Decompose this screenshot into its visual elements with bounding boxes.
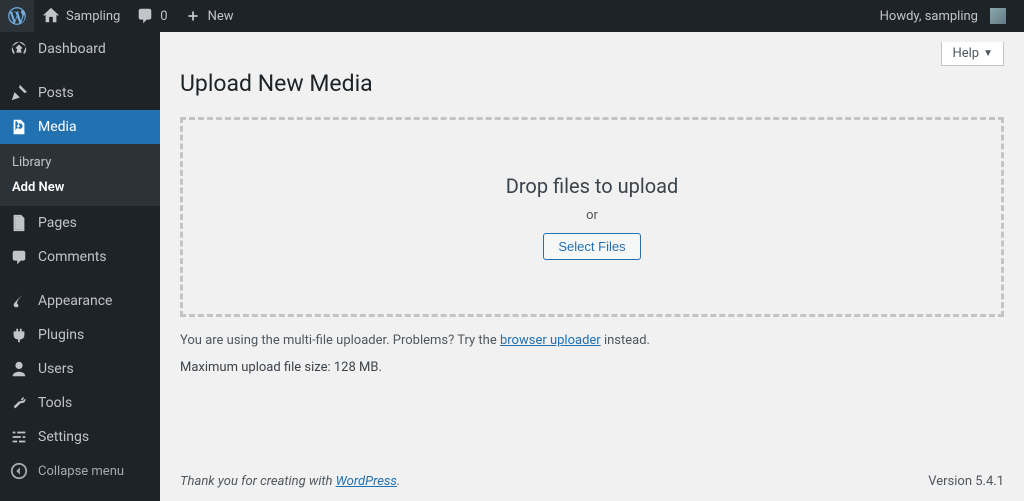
sidebar-item-label: Tools: [38, 395, 72, 411]
page-icon: [10, 214, 28, 232]
collapse-menu-button[interactable]: Collapse menu: [0, 454, 160, 488]
home-icon: [42, 7, 60, 25]
page-title: Upload New Media: [180, 70, 1004, 97]
site-name: Sampling: [66, 9, 120, 24]
select-files-button[interactable]: Select Files: [543, 233, 640, 260]
pin-icon: [10, 84, 28, 102]
sliders-icon: [10, 428, 28, 446]
sidebar-item-label: Pages: [38, 215, 77, 231]
comments-count: 0: [160, 9, 167, 24]
comment-icon: [136, 7, 154, 25]
sidebar-item-media[interactable]: Media: [0, 110, 160, 144]
comments-menu[interactable]: 0: [128, 0, 175, 32]
sidebar-item-comments[interactable]: Comments: [0, 240, 160, 274]
footer-thankyou: Thank you for creating with WordPress.: [180, 474, 400, 489]
browser-uploader-link[interactable]: browser uploader: [500, 333, 601, 348]
dropzone-title: Drop files to upload: [506, 174, 679, 198]
wp-logo-menu[interactable]: [0, 0, 34, 32]
help-label: Help: [952, 46, 979, 61]
chevron-down-icon: ▼: [983, 48, 993, 59]
sidebar-item-plugins[interactable]: Plugins: [0, 318, 160, 352]
sidebar-item-label: Settings: [38, 429, 89, 445]
footer-version: Version 5.4.1: [928, 474, 1004, 489]
media-submenu: Library Add New: [0, 144, 160, 206]
avatar: [990, 8, 1006, 24]
max-upload-size: Maximum upload file size: 128 MB.: [180, 360, 1004, 375]
help-tab[interactable]: Help ▼: [941, 42, 1004, 66]
new-content-menu[interactable]: New: [176, 0, 242, 32]
sidebar-item-label: Media: [38, 119, 77, 135]
sidebar-item-label: Comments: [38, 249, 107, 265]
plugin-icon: [10, 326, 28, 344]
brush-icon: [10, 292, 28, 310]
dropzone-or: or: [586, 208, 598, 223]
sidebar-item-label: Dashboard: [38, 41, 106, 57]
sidebar-item-label: Posts: [38, 85, 74, 101]
plus-icon: [184, 7, 202, 25]
sidebar-item-label: Users: [38, 361, 74, 377]
sidebar-item-appearance[interactable]: Appearance: [0, 284, 160, 318]
sidebar-item-label: Plugins: [38, 327, 84, 343]
sidebar-item-tools[interactable]: Tools: [0, 386, 160, 420]
main-content: Help ▼ Upload New Media Drop files to up…: [160, 32, 1024, 501]
sidebar-item-settings[interactable]: Settings: [0, 420, 160, 454]
sidebar-item-pages[interactable]: Pages: [0, 206, 160, 240]
sidebar-item-dashboard[interactable]: Dashboard: [0, 32, 160, 66]
sidebar-item-users[interactable]: Users: [0, 352, 160, 386]
my-account-menu[interactable]: Howdy, sampling: [872, 0, 1014, 32]
collapse-label: Collapse menu: [38, 464, 124, 479]
wordpress-link[interactable]: WordPress: [336, 474, 397, 489]
admin-sidebar: Dashboard Posts Media Library Add New Pa…: [0, 32, 160, 501]
admin-footer: Thank you for creating with WordPress. V…: [180, 458, 1004, 501]
wrench-icon: [10, 394, 28, 412]
howdy-text: Howdy, sampling: [880, 9, 978, 24]
comment-icon: [10, 248, 28, 266]
submenu-item-add-new[interactable]: Add New: [0, 175, 160, 200]
sidebar-item-label: Appearance: [38, 293, 112, 309]
site-name-menu[interactable]: Sampling: [34, 0, 128, 32]
sidebar-item-posts[interactable]: Posts: [0, 76, 160, 110]
uploader-note: You are using the multi-file uploader. P…: [180, 333, 1004, 348]
admin-toolbar: Sampling 0 New Howdy, sampling: [0, 0, 1024, 32]
new-label: New: [208, 9, 234, 24]
upload-dropzone[interactable]: Drop files to upload or Select Files: [180, 117, 1004, 317]
dashboard-icon: [10, 40, 28, 58]
wordpress-icon: [8, 7, 26, 25]
collapse-icon: [10, 462, 28, 480]
submenu-item-library[interactable]: Library: [0, 150, 160, 175]
media-icon: [10, 118, 28, 136]
user-icon: [10, 360, 28, 378]
